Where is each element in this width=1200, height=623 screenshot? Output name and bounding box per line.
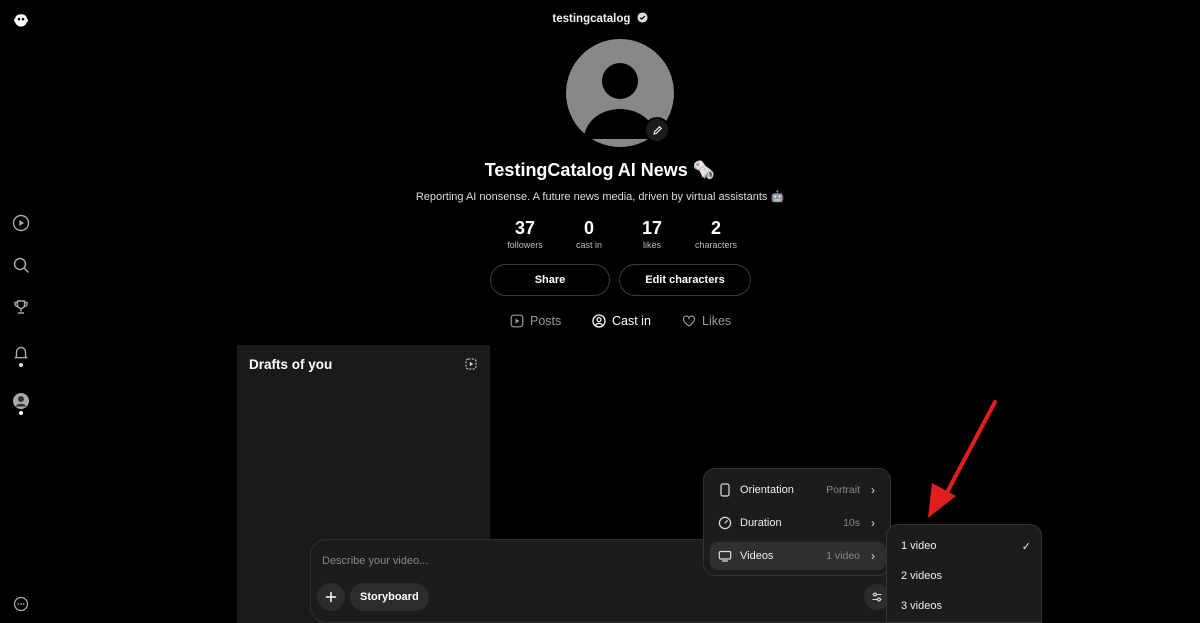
menu-item-label: Orientation: [740, 484, 794, 496]
menu-item-videos[interactable]: Videos 1 video ›: [710, 542, 886, 570]
tab-label: Likes: [702, 314, 732, 328]
username-text: testingcatalog: [552, 13, 631, 25]
person-circle-icon: [592, 314, 606, 328]
tab-posts[interactable]: Posts: [510, 312, 561, 330]
menu-item-value: 10s: [843, 517, 860, 529]
profile-avatar-icon[interactable]: [10, 390, 32, 412]
profile-username: testingcatalog: [0, 12, 1200, 25]
stat-likes[interactable]: 17 likes: [617, 218, 687, 250]
active-page-indicator-dot: [19, 411, 23, 415]
option-label: 3 videos: [901, 600, 942, 612]
menu-item-label: Videos: [740, 550, 774, 562]
stat-value: 0: [583, 218, 594, 238]
profile-bio: Reporting AI nonsense. A future news med…: [415, 191, 785, 203]
menu-item-value: 1 video: [826, 550, 860, 562]
menu-item-duration[interactable]: Duration 10s ›: [710, 509, 886, 537]
monitor-icon: [718, 549, 732, 563]
checkmark-icon: ✓: [1021, 541, 1031, 553]
more-options-icon[interactable]: [10, 593, 32, 615]
stat-value: 37: [514, 218, 536, 238]
chevron-right-icon: ›: [871, 549, 875, 563]
stat-label: cast in: [575, 240, 602, 250]
sliders-icon: [872, 592, 882, 602]
stat-followers[interactable]: 37 followers: [490, 218, 560, 250]
edit-avatar-button[interactable]: [644, 117, 670, 143]
option-label: 1 video: [901, 540, 937, 552]
notifications-bell-icon[interactable]: [10, 342, 32, 364]
tab-label: Cast in: [612, 314, 651, 328]
red-annotation-arrow-icon: [928, 400, 997, 518]
video-settings-menu: Orientation Portrait › Duration 10s › Vi…: [703, 468, 891, 576]
add-attachment-button[interactable]: [317, 583, 345, 611]
drafts-play-icon: [465, 358, 477, 370]
chevron-right-icon: ›: [871, 483, 875, 497]
stat-characters[interactable]: 2 characters: [681, 218, 751, 250]
search-icon[interactable]: [10, 254, 32, 276]
option-1-video[interactable]: 1 video ✓: [901, 540, 1031, 553]
tab-likes[interactable]: Likes: [682, 312, 731, 330]
verified-badge-icon: [637, 12, 648, 23]
drafts-title: Drafts of you: [249, 357, 333, 372]
profile-display-name: TestingCatalog AI News 🗞️: [484, 160, 716, 180]
tab-cast-in[interactable]: Cast in: [592, 312, 651, 330]
clock-icon: [718, 516, 732, 530]
notification-indicator-dot: [19, 363, 23, 367]
stat-label: characters: [694, 240, 738, 250]
stat-label: followers: [507, 240, 543, 250]
option-3-videos[interactable]: 3 videos: [901, 600, 1031, 612]
play-square-icon: [510, 314, 524, 328]
stat-label: likes: [642, 240, 661, 250]
describe-video-input[interactable]: Describe your video...: [322, 555, 428, 567]
chevron-right-icon: ›: [871, 516, 875, 530]
profile-avatar: [566, 39, 674, 147]
share-button[interactable]: Share: [490, 264, 610, 296]
menu-item-value: Portrait: [826, 484, 860, 496]
menu-item-label: Duration: [740, 517, 782, 529]
feed-play-icon[interactable]: [10, 212, 32, 234]
stat-value: 17: [641, 218, 663, 238]
storyboard-button[interactable]: Storyboard: [350, 583, 429, 611]
videos-count-submenu: 1 video ✓ 2 videos 3 videos: [886, 524, 1042, 623]
option-2-videos[interactable]: 2 videos: [901, 570, 1031, 582]
tab-label: Posts: [530, 314, 562, 328]
stat-value: 2: [710, 218, 721, 238]
menu-item-orientation[interactable]: Orientation Portrait ›: [710, 476, 886, 504]
edit-characters-button[interactable]: Edit characters: [619, 264, 751, 296]
trophy-icon[interactable]: [10, 296, 32, 318]
heart-icon: [682, 315, 696, 327]
pencil-icon: [652, 125, 662, 135]
stat-cast-in[interactable]: 0 cast in: [554, 218, 624, 250]
plus-icon: [325, 591, 337, 603]
option-label: 2 videos: [901, 570, 942, 582]
phone-icon: [718, 483, 732, 497]
